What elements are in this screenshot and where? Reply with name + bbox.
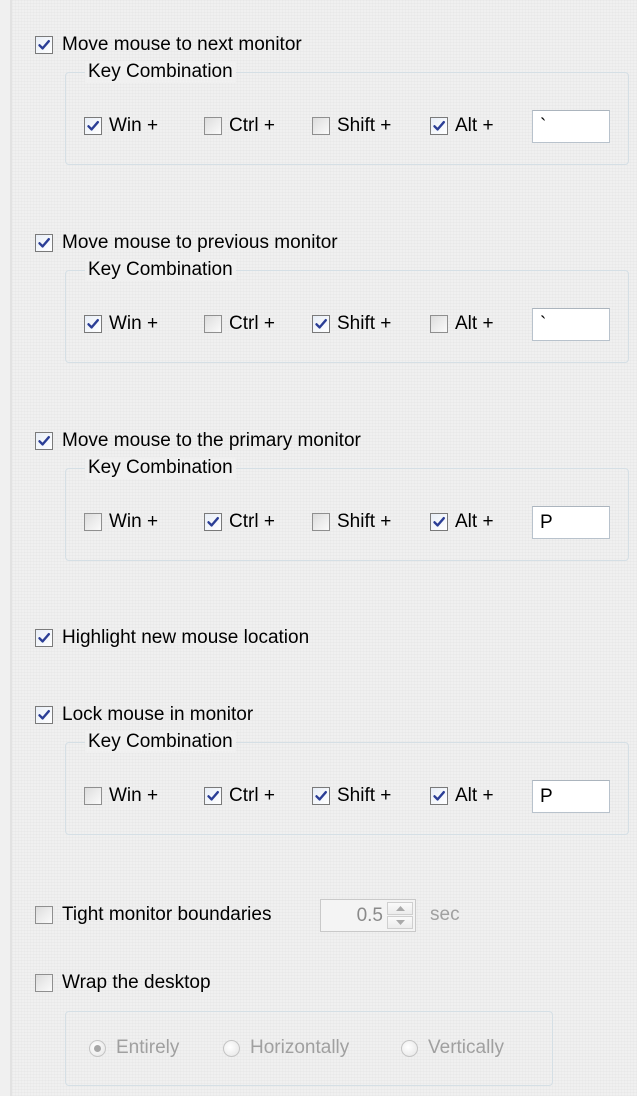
primary-monitor-ctrl-checkbox[interactable] — [204, 513, 222, 531]
checkmark-icon — [38, 436, 50, 446]
next-monitor-shift-checkbox[interactable] — [312, 117, 330, 135]
tight-boundaries-label: Tight monitor boundaries — [62, 904, 272, 925]
lock-monitor-win-checkbox[interactable] — [84, 787, 102, 805]
key-combination-legend: Key Combination — [85, 457, 236, 479]
lock-monitor-ctrl-label: Ctrl + — [229, 785, 275, 806]
next-monitor-ctrl-checkbox[interactable] — [204, 117, 222, 135]
wrap-vertically-radio[interactable] — [401, 1040, 418, 1057]
next-monitor-alt-checkbox[interactable] — [430, 117, 448, 135]
checkmark-icon — [87, 121, 99, 131]
lock-monitor-alt-checkbox[interactable] — [430, 787, 448, 805]
wrap-entirely-radio[interactable] — [89, 1040, 106, 1057]
previous-monitor-alt-label: Alt + — [455, 313, 494, 334]
wrap-desktop-label: Wrap the desktop — [62, 972, 211, 993]
primary-monitor-ctrl-label: Ctrl + — [229, 511, 275, 532]
key-combination-legend: Key Combination — [85, 731, 236, 753]
lock-monitor-key-input[interactable]: P — [532, 780, 610, 813]
checkmark-icon — [38, 633, 50, 643]
previous-monitor-ctrl-label: Ctrl + — [229, 313, 275, 334]
delay-value: 0.5 — [356, 905, 383, 926]
checkmark-icon — [315, 319, 327, 329]
wrap-horizontally-radio[interactable] — [223, 1040, 240, 1057]
checkmark-icon — [87, 319, 99, 329]
spinner-up-button[interactable] — [387, 902, 413, 915]
primary-monitor-shift-checkbox[interactable] — [312, 513, 330, 531]
primary-monitor-label: Move mouse to the primary monitor — [62, 430, 361, 451]
checkmark-icon — [315, 791, 327, 801]
checkmark-icon — [38, 40, 50, 50]
wrap-desktop-checkbox[interactable] — [35, 974, 53, 992]
checkmark-icon — [38, 710, 50, 720]
previous-monitor-shift-label: Shift + — [337, 313, 392, 334]
spinner-down-button[interactable] — [387, 916, 413, 929]
primary-monitor-checkbox[interactable] — [35, 432, 53, 450]
next-monitor-shift-label: Shift + — [337, 115, 392, 136]
wrap-entirely-label: Entirely — [116, 1037, 180, 1058]
arrow-down-icon — [396, 920, 405, 925]
primary-monitor-alt-checkbox[interactable] — [430, 513, 448, 531]
lock-monitor-shift-label: Shift + — [337, 785, 392, 806]
previous-monitor-win-checkbox[interactable] — [84, 315, 102, 333]
lock-monitor-alt-label: Alt + — [455, 785, 494, 806]
checkmark-icon — [207, 517, 219, 527]
checkmark-icon — [207, 791, 219, 801]
next-monitor-ctrl-label: Ctrl + — [229, 115, 275, 136]
checkmark-icon — [38, 238, 50, 248]
lock-monitor-ctrl-checkbox[interactable] — [204, 787, 222, 805]
highlight-location-checkbox[interactable] — [35, 629, 53, 647]
highlight-location-label: Highlight new mouse location — [62, 627, 310, 648]
next-monitor-label: Move mouse to next monitor — [62, 34, 302, 55]
lock-monitor-label: Lock mouse in monitor — [62, 704, 254, 725]
next-monitor-win-label: Win + — [109, 115, 159, 136]
next-monitor-win-checkbox[interactable] — [84, 117, 102, 135]
checkmark-icon — [433, 517, 445, 527]
previous-monitor-checkbox[interactable] — [35, 234, 53, 252]
next-monitor-key-input[interactable]: ` — [532, 110, 610, 143]
radio-selected-dot — [94, 1045, 101, 1052]
next-monitor-checkbox[interactable] — [35, 36, 53, 54]
previous-monitor-alt-checkbox[interactable] — [430, 315, 448, 333]
wrap-vertically-label: Vertically — [428, 1037, 505, 1058]
primary-monitor-win-checkbox[interactable] — [84, 513, 102, 531]
primary-monitor-alt-label: Alt + — [455, 511, 494, 532]
lock-monitor-win-label: Win + — [109, 785, 159, 806]
key-combination-legend: Key Combination — [85, 61, 236, 83]
arrow-up-icon — [396, 906, 405, 911]
key-combination-legend: Key Combination — [85, 259, 236, 281]
previous-monitor-win-label: Win + — [109, 313, 159, 334]
checkmark-icon — [433, 121, 445, 131]
next-monitor-alt-label: Alt + — [455, 115, 494, 136]
previous-monitor-label: Move mouse to previous monitor — [62, 232, 338, 253]
delay-spinner[interactable]: 0.5 — [320, 899, 416, 932]
primary-monitor-win-label: Win + — [109, 511, 159, 532]
lock-monitor-checkbox[interactable] — [35, 706, 53, 724]
wrap-horizontally-label: Horizontally — [250, 1037, 350, 1058]
previous-monitor-ctrl-checkbox[interactable] — [204, 315, 222, 333]
previous-monitor-shift-checkbox[interactable] — [312, 315, 330, 333]
primary-monitor-shift-label: Shift + — [337, 511, 392, 532]
primary-monitor-key-input[interactable]: P — [532, 506, 610, 539]
tight-boundaries-checkbox[interactable] — [35, 906, 53, 924]
previous-monitor-key-input[interactable]: ` — [532, 308, 610, 341]
delay-unit-label: sec — [430, 904, 460, 925]
checkmark-icon — [433, 791, 445, 801]
lock-monitor-shift-checkbox[interactable] — [312, 787, 330, 805]
